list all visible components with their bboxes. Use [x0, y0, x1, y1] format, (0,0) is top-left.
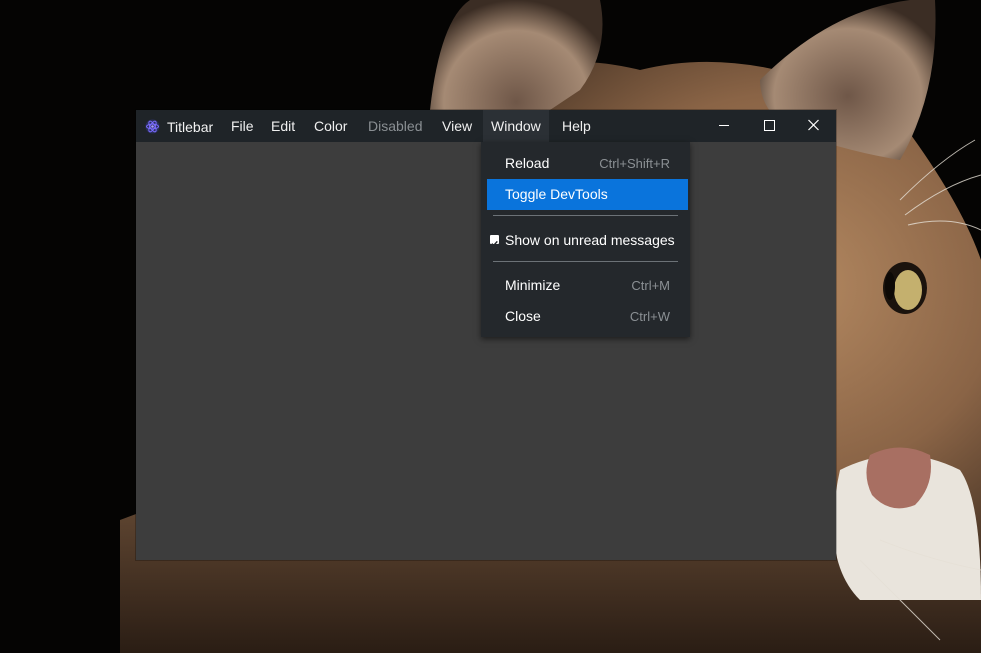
- close-icon: [808, 119, 819, 131]
- menu-item-minimize[interactable]: Minimize Ctrl+M: [487, 270, 688, 301]
- menu-window[interactable]: Window: [483, 110, 549, 142]
- menu-edit[interactable]: Edit: [263, 110, 303, 142]
- menu-item-label: Minimize: [505, 277, 561, 293]
- menu-item-label: Show on unread messages: [505, 232, 675, 248]
- window-title: Titlebar: [167, 119, 214, 135]
- maximize-icon: [764, 120, 775, 131]
- menu-item-toggle-devtools[interactable]: Toggle DevTools: [487, 179, 688, 210]
- menu-separator: [493, 215, 678, 216]
- minimize-icon: [719, 125, 729, 126]
- maximize-button[interactable]: [746, 110, 791, 142]
- menu-item-label: Close: [505, 308, 541, 324]
- menu-item-accelerator: Ctrl+M: [631, 278, 670, 293]
- menu-disabled: Disabled: [368, 118, 423, 134]
- checkmark-icon: [490, 235, 499, 247]
- menu-item-accelerator: Ctrl+Shift+R: [599, 156, 670, 171]
- electron-atom-icon: [145, 119, 160, 134]
- menu-file[interactable]: File: [223, 110, 262, 142]
- menu-item-close[interactable]: Close Ctrl+W: [487, 301, 688, 332]
- menu-item-reload[interactable]: Reload Ctrl+Shift+R: [487, 148, 688, 179]
- minimize-button[interactable]: [701, 110, 746, 142]
- titlebar: Titlebar File Edit Color Disabled View W…: [136, 110, 836, 142]
- menu-separator: [493, 261, 678, 262]
- menu-item-accelerator: Ctrl+W: [629, 309, 670, 324]
- menu-item-label: Reload: [505, 155, 550, 171]
- window-menu-dropdown: Reload Ctrl+Shift+R Toggle DevTools Show…: [481, 142, 690, 337]
- menu-item-label: Toggle DevTools: [505, 186, 608, 202]
- desktop: Titlebar File Edit Color Disabled View W…: [0, 0, 981, 653]
- close-button[interactable]: [791, 110, 836, 142]
- menu-item-show-on-unread[interactable]: Show on unread messages: [487, 225, 688, 256]
- menu-help[interactable]: Help: [554, 110, 599, 142]
- menu-color[interactable]: Color: [306, 110, 355, 142]
- menu-view[interactable]: View: [434, 110, 480, 142]
